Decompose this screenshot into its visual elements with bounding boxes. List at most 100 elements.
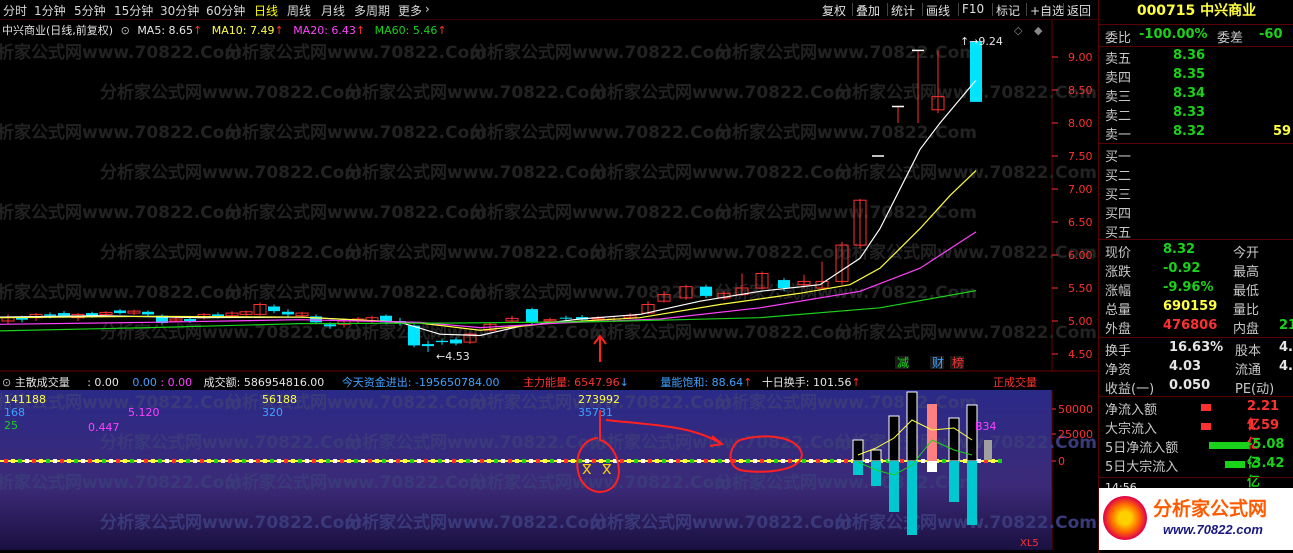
tiny-volume-bar xyxy=(788,459,792,463)
watermark-text: 分析家公式网www.70822.Com xyxy=(100,162,362,183)
period-3[interactable]: 15分钟 xyxy=(114,2,153,19)
stat2-value-2: 4.1 xyxy=(1279,359,1293,374)
watermark-text: 分析家公式网www.70822.Com xyxy=(590,322,852,343)
tiny-volume-bar xyxy=(81,459,85,463)
tiny-volume-bar xyxy=(39,459,43,463)
flow-label: 大宗流入 xyxy=(1105,422,1158,437)
watermark-text: 分析家公式网www.70822.Com xyxy=(225,42,487,63)
tiny-volume-bar xyxy=(571,459,575,463)
stat2-label: 净资 xyxy=(1105,363,1132,378)
tiny-volume-bar xyxy=(193,459,197,463)
up-arrow-icon: ↑ xyxy=(193,24,203,37)
positive-volume-label: 正成交量 xyxy=(993,376,1037,389)
toolbar-button-5[interactable]: 标记 xyxy=(996,2,1020,19)
period-7[interactable]: 周线 xyxy=(287,2,311,19)
volume-bar xyxy=(966,404,978,462)
period-0[interactable]: 分时 xyxy=(3,2,27,19)
flow-bar xyxy=(1209,442,1249,449)
candle-down xyxy=(970,41,982,102)
ma20-label: MA20: 6.43 xyxy=(293,24,356,37)
watermark-text: 分析家公式网www.70822.Com xyxy=(225,202,487,223)
watermark-text: 分析家公式网www.70822.Com xyxy=(345,432,607,453)
sub-axis-tick: 25000 xyxy=(1058,428,1093,441)
watermark-text: 分析家公式网www.70822.Com xyxy=(345,82,607,103)
tiny-volume-bar xyxy=(942,459,946,463)
tiny-volume-bar xyxy=(963,459,967,463)
toolbar-button-4[interactable]: F10 xyxy=(962,2,984,16)
period-10[interactable]: 更多 xyxy=(398,2,422,19)
tiny-volume-bar xyxy=(249,459,253,463)
candle-down xyxy=(268,306,280,312)
tiny-volume-bar xyxy=(151,459,155,463)
flow-bar xyxy=(1201,404,1211,411)
flow-label: 5日大宗流入 xyxy=(1105,460,1179,475)
toolbar-button-2[interactable]: 统计 xyxy=(891,2,915,19)
volume-chart[interactable]: 分析家公式网www.70822.Com 分析家公式网www.70822.Com 分析… xyxy=(0,390,1097,550)
indicator-name[interactable]: 主散成交量 xyxy=(15,376,70,389)
period-1[interactable]: 1分钟 xyxy=(34,2,66,19)
diamond-icon[interactable]: ◇ xyxy=(1014,24,1023,37)
wei-bi-value: -100.00% xyxy=(1139,27,1208,42)
period-6[interactable]: 日线 xyxy=(254,2,278,19)
butterfly-icon: ⴳ xyxy=(582,462,592,478)
tiny-volume-bar xyxy=(634,459,638,463)
tiny-volume-bar xyxy=(753,459,757,463)
ask-label: 卖五 xyxy=(1105,52,1132,67)
period-8[interactable]: 月线 xyxy=(321,2,345,19)
stat-row: 涨幅 -9.96% 最低 xyxy=(1105,280,1290,299)
tiny-volume-bar xyxy=(816,459,820,463)
candle-down xyxy=(700,286,712,296)
toolbar-button-6[interactable]: +自选 xyxy=(1030,2,1064,19)
toolbar-button-7[interactable]: 返回 xyxy=(1067,2,1091,19)
stat2-value-2: 4.1 xyxy=(1279,340,1293,355)
tiny-volume-bar xyxy=(207,459,211,463)
tiny-volume-bar xyxy=(711,459,715,463)
tiny-volume-bar xyxy=(557,459,561,463)
flow-row: 大宗流入 1.59亿 xyxy=(1105,418,1290,452)
volume-bar xyxy=(907,461,917,535)
wei-bi-row: 委比 -100.00% 委差 -60 xyxy=(1105,27,1290,46)
period-4[interactable]: 30分钟 xyxy=(160,2,199,19)
watermark-text: 分析家公式网www.70822.Com xyxy=(470,472,732,493)
tiny-volume-bar xyxy=(291,459,295,463)
stat-row: 涨跌 -0.92 最高 xyxy=(1105,261,1290,280)
bid-label: 买二 xyxy=(1105,169,1132,184)
candle-down xyxy=(436,340,448,343)
wei-cha-label: 委差 xyxy=(1217,31,1244,46)
watermark-text: 分析家公式网www.70822.Com xyxy=(0,202,242,223)
ask-label: 卖二 xyxy=(1105,109,1132,124)
diamond-icon[interactable]: ◆ xyxy=(1034,24,1043,37)
amount-label: 成交额: 586954816.00 xyxy=(203,376,325,389)
toolbar-button-0[interactable]: 复权 xyxy=(822,2,846,19)
kline-chart[interactable]: 分析家公式网www.70822.Com分析家公式网www.70822.Com分析… xyxy=(0,20,1097,372)
up-arrow-icon: ↑ xyxy=(355,24,366,37)
period-9[interactable]: 多周期 xyxy=(354,2,390,19)
candle-down xyxy=(422,344,434,347)
tiny-volume-bar xyxy=(823,459,827,463)
price-tick: 8.00 xyxy=(1068,117,1093,130)
period-5[interactable]: 60分钟 xyxy=(206,2,245,19)
toolbar-button-3[interactable]: 画线 xyxy=(926,2,950,19)
flow-row: 5日大宗流入 -3.42亿 xyxy=(1105,456,1290,490)
toolbar-button-1[interactable]: 叠加 xyxy=(856,2,880,19)
tiny-volume-bar xyxy=(438,459,442,463)
panel-divider xyxy=(1099,46,1293,47)
more-arrow-icon[interactable]: › xyxy=(425,2,430,16)
tiny-volume-bar xyxy=(697,459,701,463)
settings-circle-icon[interactable]: ⊙ xyxy=(121,24,130,37)
stat-row: 总量 690159 量比 xyxy=(1105,299,1290,318)
period-2[interactable]: 5分钟 xyxy=(74,2,106,19)
price-tick: 7.00 xyxy=(1068,183,1093,196)
badge-2: 榜 xyxy=(952,355,964,370)
butterfly-icon: ⴳ xyxy=(602,462,612,478)
tiny-volume-bar xyxy=(648,459,652,463)
settings-circle-icon[interactable]: ⊙ xyxy=(2,376,11,389)
tiny-volume-bar xyxy=(669,459,673,463)
sub-axis-tick: 0 xyxy=(1058,455,1065,468)
tiny-volume-bar xyxy=(123,459,127,463)
price-tick: 6.50 xyxy=(1068,216,1093,229)
tiny-volume-bar xyxy=(662,459,666,463)
volume-bar xyxy=(871,461,881,486)
watermark-text: 分析家公式网www.70822.Com xyxy=(590,512,852,533)
tiny-volume-bar xyxy=(333,459,337,463)
